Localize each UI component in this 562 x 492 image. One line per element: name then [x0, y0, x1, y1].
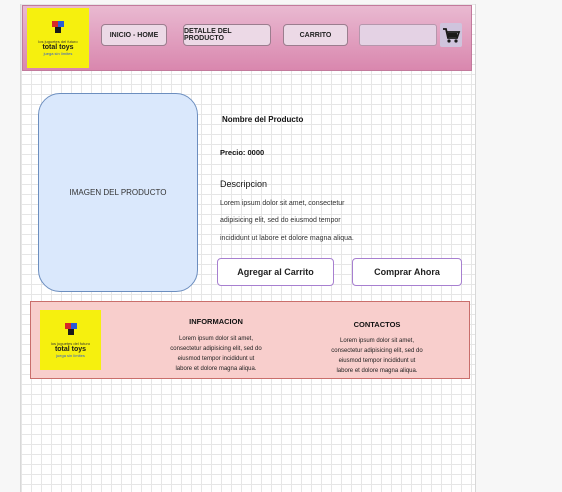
toy-blocks-icon — [52, 20, 64, 33]
logo-subtitle: juega sin límites — [56, 352, 85, 358]
footer-info-text: Lorem ipsum dolor sit amet, consectetur … — [156, 334, 276, 374]
brand-logo[interactable]: los juguetes del futuro total toys juega… — [27, 8, 89, 68]
nav-product-detail-button[interactable]: DETALLE DEL PRODUCTO — [183, 24, 271, 46]
footer-contact-line: labore et dolore magna aliqua. — [336, 368, 418, 374]
description-line: adipisicing elit, sed do eiusmod tempor — [220, 217, 341, 224]
footer-contact-line: Lorem ipsum dolor sit amet, — [339, 338, 415, 344]
product-name: Nombre del Producto — [222, 115, 304, 124]
nav-home-button[interactable]: INICIO - HOME — [101, 24, 167, 46]
footer-info-line: labore et dolore magna aliqua. — [175, 366, 257, 372]
logo-subtitle: juega sin límites — [43, 50, 73, 56]
description-line: incididunt ut labore et dolore magna ali… — [220, 235, 354, 242]
footer-contact-text: Lorem ipsum dolor sit amet, consectetur … — [317, 336, 437, 376]
shopping-cart-icon[interactable] — [440, 23, 462, 47]
footer-info-line: eiusmod tempor incididunt ut — [177, 356, 255, 362]
footer-info-line: consectetur adipisicing elit, sed do — [170, 346, 262, 352]
footer-contact-line: eiusmod tempor incididunt ut — [338, 358, 416, 364]
footer-contact-line: consectetur adipisicing elit, sed do — [331, 348, 423, 354]
add-to-cart-button[interactable]: Agregar al Carrito — [217, 258, 334, 286]
buy-now-button[interactable]: Comprar Ahora — [352, 258, 462, 286]
footer-info-line: Lorem ipsum dolor sit amet, — [178, 336, 254, 342]
logo-brand-name: total toys — [54, 345, 87, 353]
search-input[interactable] — [359, 24, 437, 46]
cart-glyph — [443, 28, 461, 43]
nav-cart-button[interactable]: CARRITO — [283, 24, 348, 46]
footer-brand-logo[interactable]: los juguetes del futuro total toys juega… — [40, 310, 101, 370]
description-title: Descripcion — [220, 179, 268, 189]
logo-brand-name: total toys — [42, 43, 74, 51]
product-price: Precio: 0000 — [220, 148, 265, 157]
product-image-placeholder: IMAGEN DEL PRODUCTO — [38, 93, 198, 292]
footer-info-title: INFORMACION — [189, 317, 243, 326]
description-line: Lorem ipsum dolor sit amet, consectetur — [220, 200, 345, 207]
toy-blocks-icon — [64, 322, 77, 335]
footer-contact-title: CONTACTOS — [353, 320, 401, 329]
